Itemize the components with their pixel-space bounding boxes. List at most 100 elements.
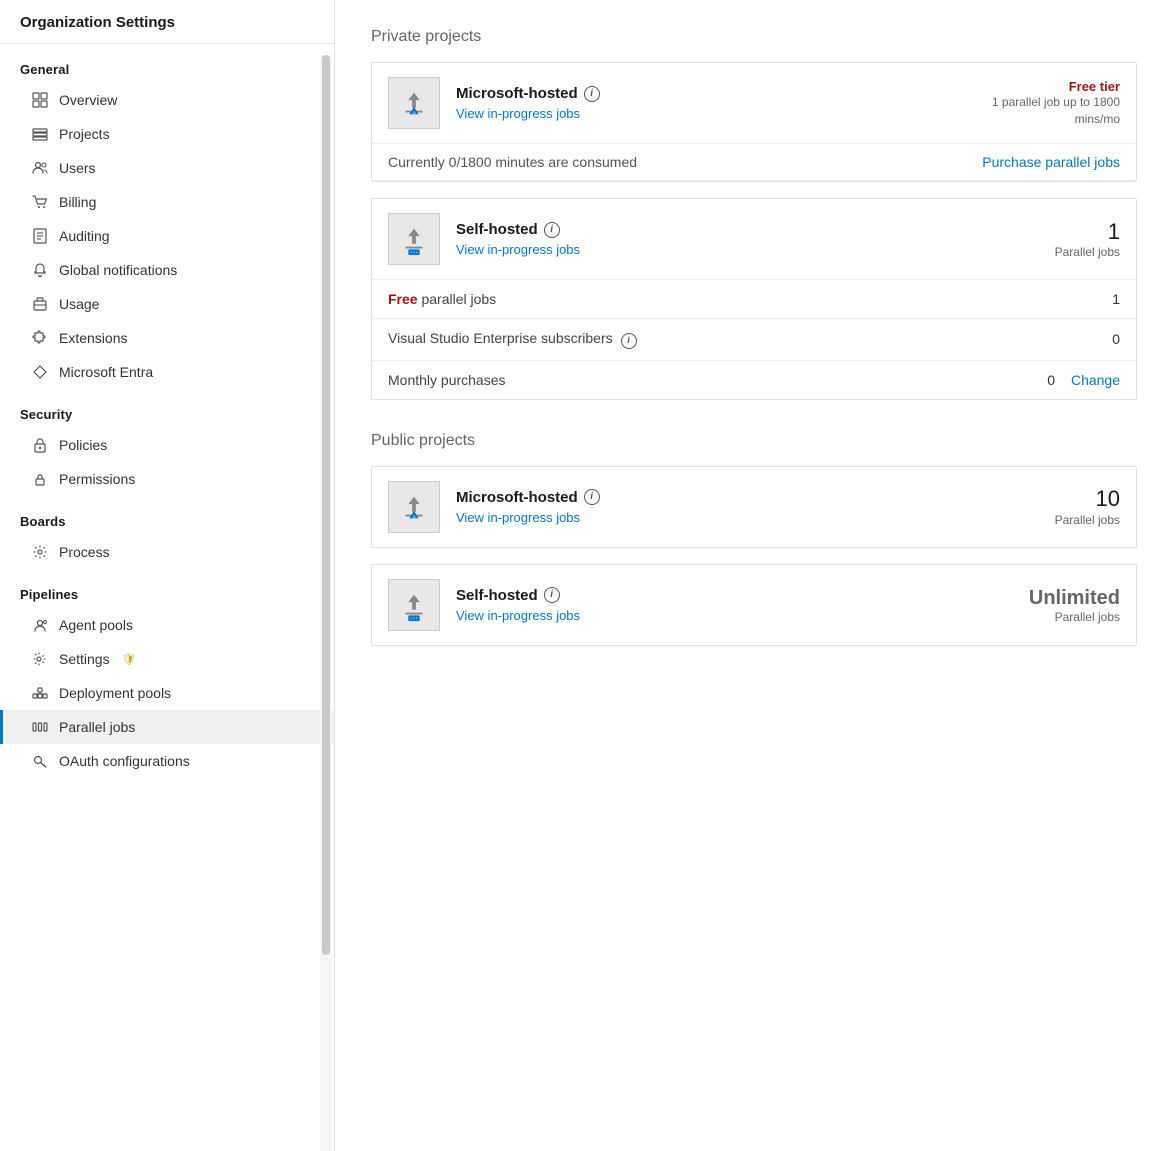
sidebar-item-policies[interactable]: Policies xyxy=(0,428,334,462)
sidebar-item-permissions[interactable]: Permissions xyxy=(0,462,334,496)
public-self-hosted-value: Unlimited Parallel jobs xyxy=(1000,586,1120,624)
sidebar-item-global-notifications[interactable]: Global notifications xyxy=(0,253,334,287)
sidebar-item-projects[interactable]: Projects xyxy=(0,117,334,151)
deploy-icon xyxy=(31,684,49,702)
private-self-hosted-change-link[interactable]: Change xyxy=(1071,372,1120,388)
sidebar-item-users[interactable]: Users xyxy=(0,151,334,185)
sidebar-item-parallel-jobs-label: Parallel jobs xyxy=(59,719,135,735)
sidebar-section-security: Security xyxy=(0,389,334,428)
public-ms-hosted-title: Microsoft-hosted i xyxy=(456,489,984,506)
public-projects-section: Public projects Microsoft-hosted xyxy=(371,432,1137,646)
private-ms-hosted-view-link[interactable]: View in-progress jobs xyxy=(456,106,976,121)
private-ms-free-tier-desc: 1 parallel job up to 1800 mins/mo xyxy=(992,94,1120,128)
private-ms-hosted-row: Microsoft-hosted i View in-progress jobs… xyxy=(372,63,1136,144)
public-projects-title: Public projects xyxy=(371,432,1137,450)
sidebar-item-settings[interactable]: Settings 🛡 xyxy=(0,642,334,676)
main-content: Private projects Micr xyxy=(335,0,1173,1151)
public-self-hosted-view-link[interactable]: View in-progress jobs xyxy=(456,608,984,623)
sidebar-item-overview-label: Overview xyxy=(59,92,117,108)
public-ms-hosted-view-link[interactable]: View in-progress jobs xyxy=(456,510,984,525)
public-microsoft-hosted-card: Microsoft-hosted i View in-progress jobs… xyxy=(371,466,1137,548)
private-self-hosted-free-label: Free parallel jobs xyxy=(388,291,1000,307)
public-self-hosted-card: Self-hosted i View in-progress jobs Unli… xyxy=(371,564,1137,646)
private-ms-hosted-title: Microsoft-hosted i xyxy=(456,85,976,102)
sidebar: Organization Settings General Overview P… xyxy=(0,0,335,1151)
public-self-hosted-info-icon[interactable]: i xyxy=(544,587,560,603)
gear-settings-icon xyxy=(31,543,49,561)
private-self-hosted-vs-value: 0 xyxy=(1000,331,1120,347)
sidebar-title: Organization Settings xyxy=(0,0,334,44)
private-projects-section: Private projects Micr xyxy=(371,28,1137,400)
private-self-hosted-value: 1 Parallel jobs xyxy=(1000,219,1120,259)
private-self-hosted-monthly-row: Monthly purchases 0 Change xyxy=(372,361,1136,399)
sidebar-item-auditing[interactable]: Auditing xyxy=(0,219,334,253)
puzzle-icon xyxy=(31,329,49,347)
sidebar-item-process-label: Process xyxy=(59,544,110,560)
private-vs-info-icon[interactable]: i xyxy=(621,333,637,349)
public-ms-hosted-label: Parallel jobs xyxy=(1000,513,1120,527)
sidebar-section-general: General xyxy=(0,44,334,83)
public-self-hosted-info: Self-hosted i View in-progress jobs xyxy=(456,587,984,623)
sidebar-section-pipelines: Pipelines xyxy=(0,569,334,608)
sidebar-item-parallel-jobs[interactable]: Parallel jobs xyxy=(0,710,334,744)
private-self-hosted-row: Self-hosted i View in-progress jobs 1 Pa… xyxy=(372,199,1136,280)
private-self-hosted-num: 1 xyxy=(1000,219,1120,245)
padlock-icon xyxy=(31,470,49,488)
sidebar-item-usage-label: Usage xyxy=(59,296,99,312)
sidebar-item-overview[interactable]: Overview xyxy=(0,83,334,117)
bell-icon xyxy=(31,261,49,279)
sidebar-item-agent-pools[interactable]: Agent pools xyxy=(0,608,334,642)
sidebar-item-microsoft-entra[interactable]: Microsoft Entra xyxy=(0,355,334,389)
sidebar-item-permissions-label: Permissions xyxy=(59,471,135,487)
private-self-hosted-info-icon[interactable]: i xyxy=(544,222,560,238)
grid-icon xyxy=(31,91,49,109)
sidebar-item-extensions[interactable]: Extensions xyxy=(0,321,334,355)
public-self-hosted-num: Unlimited xyxy=(1000,586,1120,610)
private-ms-hosted-minutes-text: Currently 0/1800 minutes are consumed xyxy=(388,154,982,170)
sidebar-item-users-label: Users xyxy=(59,160,96,176)
private-self-hosted-monthly-label: Monthly purchases xyxy=(388,372,1000,388)
layers-icon xyxy=(31,125,49,143)
private-self-hosted-label: Parallel jobs xyxy=(1000,245,1120,259)
sidebar-item-oauth-configurations-label: OAuth configurations xyxy=(59,753,190,769)
settings-badge: 🛡 xyxy=(122,653,136,666)
sidebar-item-global-notifications-label: Global notifications xyxy=(59,262,177,278)
key-icon xyxy=(31,752,49,770)
sidebar-item-oauth-configurations[interactable]: OAuth configurations xyxy=(0,744,334,778)
sidebar-item-billing-label: Billing xyxy=(59,194,96,210)
sidebar-item-deployment-pools[interactable]: Deployment pools xyxy=(0,676,334,710)
cart-icon xyxy=(31,193,49,211)
private-ms-free-tier-label: Free tier xyxy=(992,79,1120,94)
private-ms-hosted-minutes-row: Currently 0/1800 minutes are consumed Pu… xyxy=(372,144,1136,181)
private-self-hosted-card: Self-hosted i View in-progress jobs 1 Pa… xyxy=(371,198,1137,400)
parallel-icon xyxy=(31,718,49,736)
public-ms-hosted-icon xyxy=(388,481,440,533)
sidebar-item-process[interactable]: Process xyxy=(0,535,334,569)
private-ms-hosted-value: Free tier 1 parallel job up to 1800 mins… xyxy=(992,79,1120,128)
private-ms-hosted-purchase-link[interactable]: Purchase parallel jobs xyxy=(982,154,1120,170)
agent-icon xyxy=(31,616,49,634)
private-self-hosted-view-link[interactable]: View in-progress jobs xyxy=(456,242,984,257)
public-self-hosted-row: Self-hosted i View in-progress jobs Unli… xyxy=(372,565,1136,645)
sidebar-item-billing[interactable]: Billing xyxy=(0,185,334,219)
public-self-hosted-icon xyxy=(388,579,440,631)
sidebar-item-agent-pools-label: Agent pools xyxy=(59,617,133,633)
private-self-hosted-free-value: 1 xyxy=(1000,291,1120,307)
public-ms-hosted-info: Microsoft-hosted i View in-progress jobs xyxy=(456,489,984,525)
public-ms-hosted-info-icon[interactable]: i xyxy=(584,489,600,505)
private-self-hosted-icon xyxy=(388,213,440,265)
private-self-hosted-free-row: Free parallel jobs 1 xyxy=(372,280,1136,319)
doc-icon xyxy=(31,227,49,245)
private-self-hosted-info: Self-hosted i View in-progress jobs xyxy=(456,221,984,257)
sidebar-item-usage[interactable]: Usage xyxy=(0,287,334,321)
public-ms-hosted-num: 10 xyxy=(1000,486,1120,512)
private-microsoft-hosted-card: Microsoft-hosted i View in-progress jobs… xyxy=(371,62,1137,182)
lock-icon xyxy=(31,436,49,454)
gear-shield-icon xyxy=(31,650,49,668)
sidebar-section-boards: Boards xyxy=(0,496,334,535)
public-self-hosted-label: Parallel jobs xyxy=(1000,610,1120,624)
sidebar-item-extensions-label: Extensions xyxy=(59,330,127,346)
private-ms-hosted-icon xyxy=(388,77,440,129)
diamond-icon xyxy=(31,363,49,381)
private-ms-hosted-info-icon[interactable]: i xyxy=(584,86,600,102)
